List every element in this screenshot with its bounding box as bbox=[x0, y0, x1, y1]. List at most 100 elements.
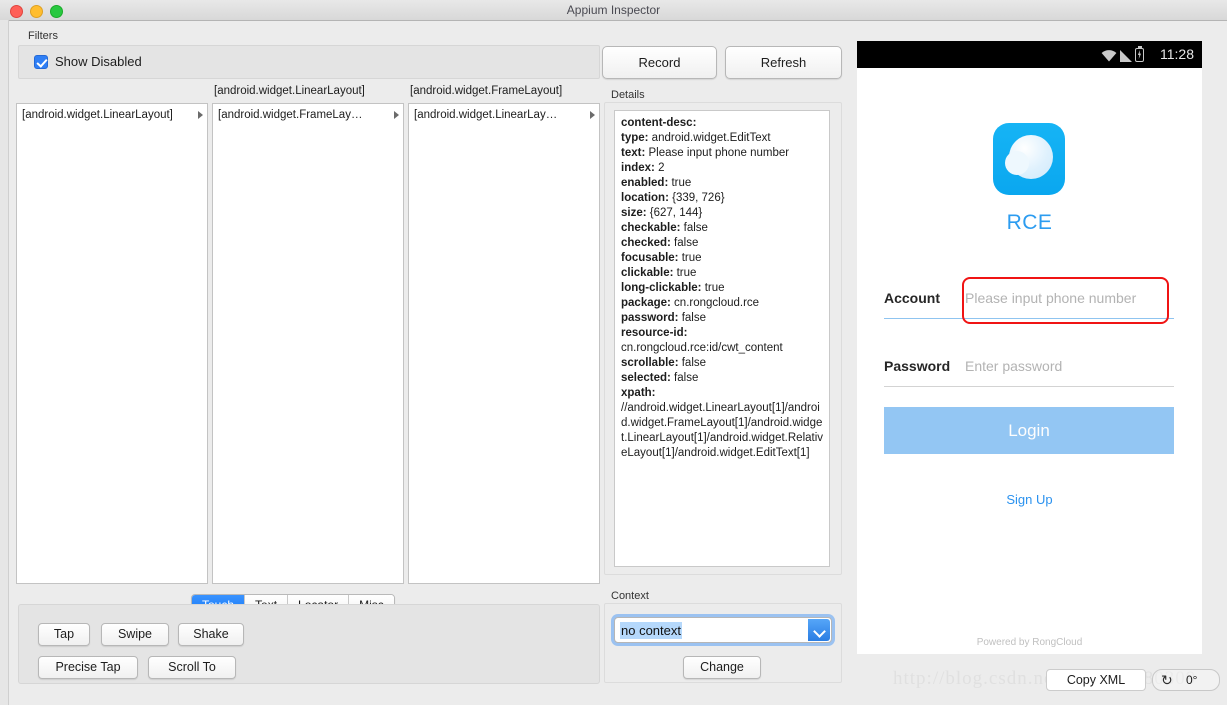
context-group-label: Context bbox=[611, 590, 649, 602]
login-button[interactable]: Login bbox=[884, 407, 1174, 454]
tap-button[interactable]: Tap bbox=[38, 623, 90, 646]
detail-row: password: false bbox=[621, 311, 823, 326]
detail-key: long-clickable: bbox=[621, 282, 702, 294]
chevron-right-icon[interactable] bbox=[394, 111, 399, 119]
detail-value: cn.rongcloud.rce:id/cwt_content bbox=[621, 342, 783, 354]
detail-key: index: bbox=[621, 162, 655, 174]
detail-row: index: 2 bbox=[621, 161, 823, 176]
password-field-row[interactable]: Password Enter password bbox=[884, 348, 1174, 392]
chevron-down-icon[interactable] bbox=[808, 619, 830, 641]
detail-row: scrollable: false bbox=[621, 356, 823, 371]
detail-key: focusable: bbox=[621, 252, 679, 264]
show-disabled-checkbox-row[interactable]: Show Disabled bbox=[34, 54, 142, 69]
tree-row[interactable]: [android.widget.FrameLay… bbox=[213, 104, 403, 126]
detail-value: {627, 144} bbox=[646, 207, 703, 219]
detail-value: false bbox=[678, 357, 707, 369]
detail-key: xpath: bbox=[621, 387, 656, 399]
window-titlebar: Appium Inspector bbox=[0, 0, 1227, 21]
password-input[interactable]: Enter password bbox=[965, 358, 1062, 374]
change-context-button[interactable]: Change bbox=[683, 656, 761, 679]
rotate-button[interactable]: ↻ 0° bbox=[1152, 669, 1220, 691]
detail-key: size: bbox=[621, 207, 647, 219]
scroll-to-button[interactable]: Scroll To bbox=[148, 656, 236, 679]
app-window: Appium Inspector Filters Show Disabled [… bbox=[0, 0, 1227, 705]
rotation-value: 0° bbox=[1186, 673, 1198, 687]
detail-key: content-desc: bbox=[621, 117, 697, 129]
status-bar-icons bbox=[1101, 46, 1144, 62]
chevron-right-icon[interactable] bbox=[198, 111, 203, 119]
detail-value: //android.widget.LinearLayout[1]/android… bbox=[621, 402, 824, 459]
refresh-button[interactable]: Refresh bbox=[725, 46, 842, 79]
tree-row-label: [android.widget.LinearLay… bbox=[414, 109, 558, 121]
battery-charging-icon bbox=[1135, 46, 1144, 62]
detail-row: checkable: false bbox=[621, 221, 823, 236]
selected-element-highlight bbox=[962, 277, 1169, 324]
detail-row: clickable: true bbox=[621, 266, 823, 281]
detail-row: long-clickable: true bbox=[621, 281, 823, 296]
detail-key: scrollable: bbox=[621, 357, 679, 369]
detail-key: selected: bbox=[621, 372, 671, 384]
detail-value: Please input phone number bbox=[645, 147, 790, 159]
password-underline bbox=[884, 386, 1174, 387]
detail-key: enabled: bbox=[621, 177, 669, 189]
tree-row-label: [android.widget.FrameLay… bbox=[218, 109, 363, 121]
element-tree: [android.widget.LinearLayout] [android.w… bbox=[16, 85, 600, 584]
detail-key: checkable: bbox=[621, 222, 681, 234]
tree-row[interactable]: [android.widget.LinearLay… bbox=[409, 104, 599, 126]
detail-value: false bbox=[670, 237, 699, 249]
context-select[interactable]: no context bbox=[614, 617, 832, 643]
left-edge-strip bbox=[0, 20, 9, 705]
precise-tap-button[interactable]: Precise Tap bbox=[38, 656, 138, 679]
chevron-right-icon[interactable] bbox=[590, 111, 595, 119]
tree-row-label: [android.widget.LinearLayout] bbox=[22, 109, 173, 121]
copy-xml-button[interactable]: Copy XML bbox=[1046, 669, 1146, 691]
detail-value: false bbox=[680, 222, 708, 234]
swipe-button[interactable]: Swipe bbox=[101, 623, 169, 646]
detail-value: true bbox=[678, 252, 702, 264]
detail-value: {339, 726} bbox=[668, 192, 725, 204]
detail-value: true bbox=[673, 267, 697, 279]
detail-row: content-desc: bbox=[621, 116, 823, 131]
detail-value: false bbox=[670, 372, 699, 384]
detail-value: false bbox=[678, 312, 707, 324]
checkbox-icon[interactable] bbox=[34, 54, 48, 69]
status-bar-clock: 11:28 bbox=[1160, 46, 1194, 62]
detail-row: focusable: true bbox=[621, 251, 823, 266]
details-content: content-desc: type: android.widget.EditTe… bbox=[614, 110, 830, 567]
detail-row: xpath: //android.widget.LinearLayout[1]/… bbox=[621, 386, 823, 461]
detail-value: true bbox=[668, 177, 692, 189]
detail-row: resource-id: cn.rongcloud.rce:id/cwt_con… bbox=[621, 326, 823, 356]
password-label: Password bbox=[884, 358, 951, 374]
app-logo-icon bbox=[993, 123, 1065, 195]
detail-row: text: Please input phone number bbox=[621, 146, 823, 161]
wifi-icon bbox=[1101, 50, 1117, 62]
powered-by-label: Powered by RongCloud bbox=[976, 637, 1083, 648]
tree-column-0[interactable]: [android.widget.LinearLayout] bbox=[16, 103, 208, 584]
detail-key: resource-id: bbox=[621, 327, 688, 339]
detail-row: enabled: true bbox=[621, 176, 823, 191]
sign-up-link[interactable]: Sign Up bbox=[857, 492, 1202, 507]
tree-row[interactable]: [android.widget.LinearLayout] bbox=[17, 104, 207, 126]
tree-column-2[interactable]: [android.widget.LinearLay… bbox=[408, 103, 600, 584]
detail-key: clickable: bbox=[621, 267, 674, 279]
account-label: Account bbox=[884, 290, 940, 306]
detail-key: location: bbox=[621, 192, 669, 204]
detail-value: cn.rongcloud.rce bbox=[670, 297, 760, 309]
device-status-bar: 11:28 bbox=[857, 41, 1202, 68]
detail-row: checked: false bbox=[621, 236, 823, 251]
detail-key: text: bbox=[621, 147, 646, 159]
tree-column-1[interactable]: [android.widget.FrameLay… bbox=[212, 103, 404, 584]
detail-row: size: {627, 144} bbox=[621, 206, 823, 221]
detail-row: selected: false bbox=[621, 371, 823, 386]
tree-column-header-2: [android.widget.FrameLayout] bbox=[410, 85, 563, 97]
rotate-icon: ↻ bbox=[1161, 672, 1173, 688]
detail-value: true bbox=[701, 282, 725, 294]
shake-button[interactable]: Shake bbox=[178, 623, 244, 646]
context-selected-value: no context bbox=[620, 622, 682, 639]
detail-key: checked: bbox=[621, 237, 671, 249]
detail-value: android.widget.EditText bbox=[648, 132, 771, 144]
record-button[interactable]: Record bbox=[602, 46, 717, 79]
details-group-label: Details bbox=[611, 89, 645, 101]
detail-key: password: bbox=[621, 312, 679, 324]
detail-value: 2 bbox=[654, 162, 665, 174]
